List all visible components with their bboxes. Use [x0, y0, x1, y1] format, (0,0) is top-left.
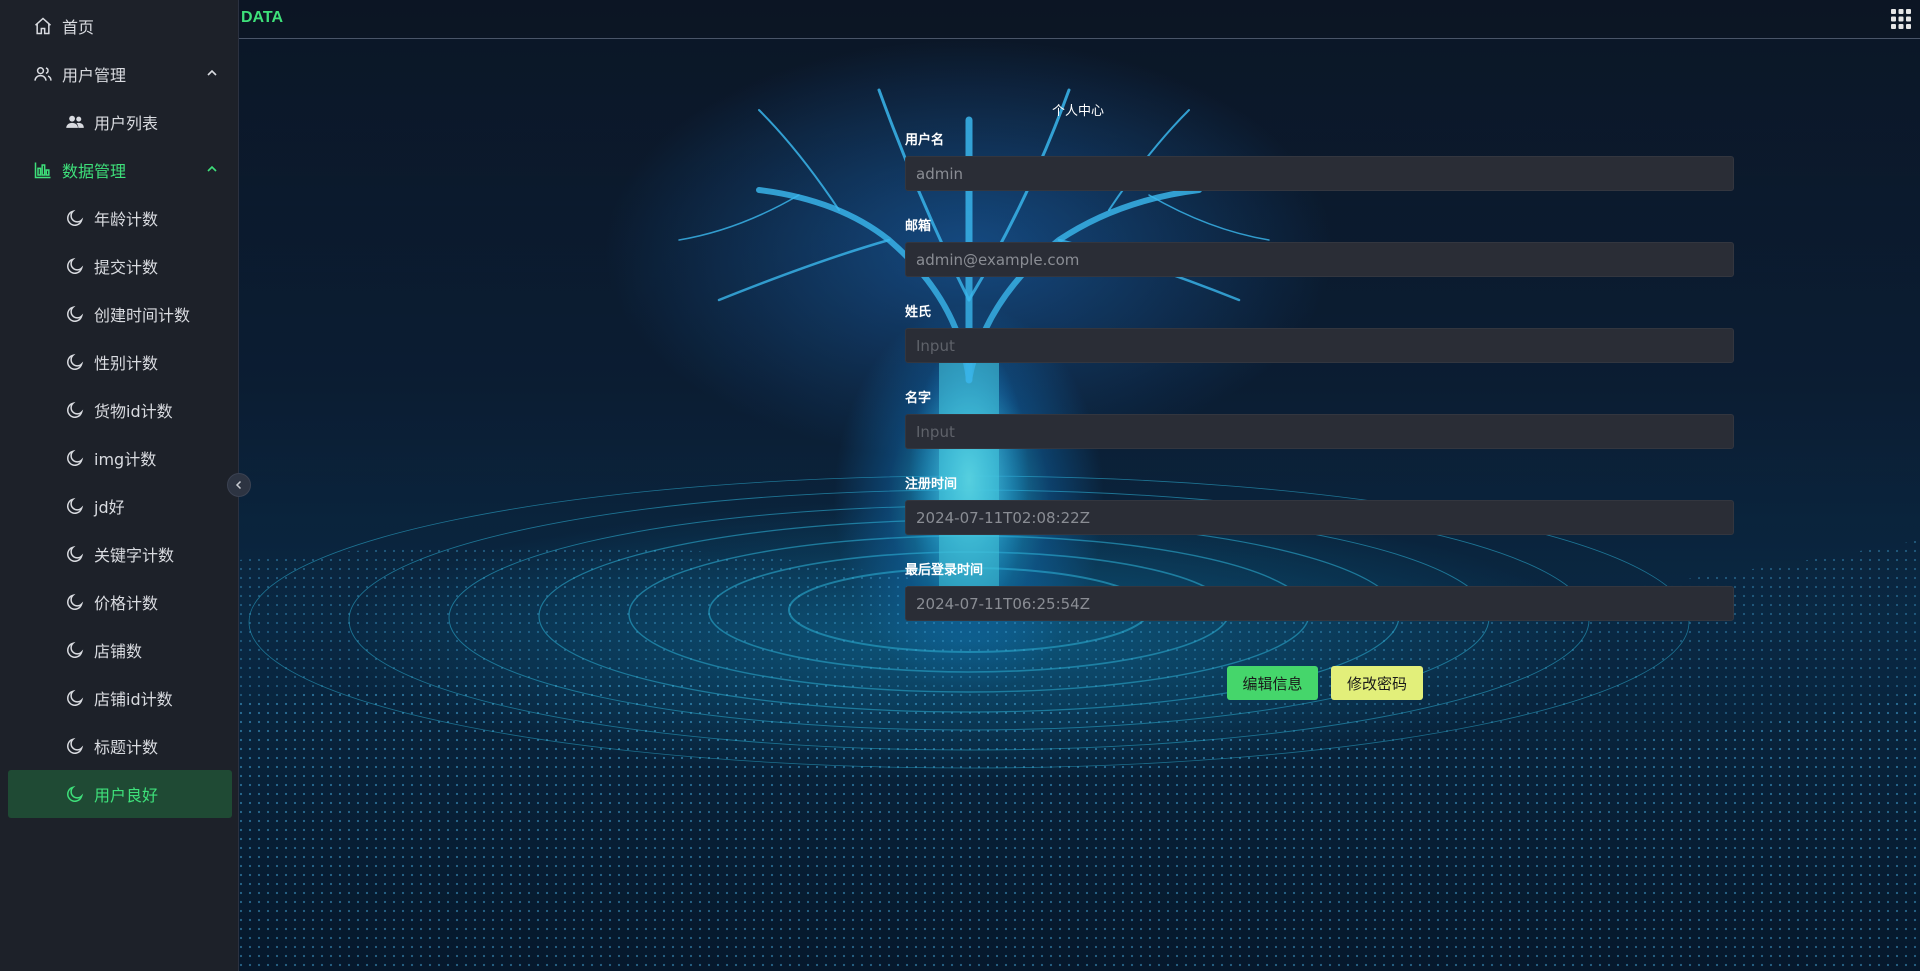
- moon-icon: [64, 543, 86, 565]
- sidebar-item-create-time-count[interactable]: 创建时间计数: [0, 290, 238, 338]
- sidebar-item-gender-count[interactable]: 性别计数: [0, 338, 238, 386]
- background-illustration: [239, 0, 1920, 971]
- moon-icon: [64, 399, 86, 421]
- last-login-field[interactable]: [905, 586, 1734, 621]
- moon-icon: [64, 591, 86, 613]
- sidebar-item-label: 标题计数: [94, 738, 159, 757]
- first-name-field[interactable]: [905, 414, 1734, 449]
- chevron-left-icon: [235, 480, 242, 490]
- sidebar-item-label: 数据管理: [62, 162, 127, 181]
- sidebar-item-user-good[interactable]: 用户良好: [8, 770, 232, 818]
- main-area: DATA 个人中心 用户名 邮箱 姓氏 名字 注册时间 最后登录时间 编辑信息 …: [239, 0, 1920, 971]
- sidebar-item-keyword-count[interactable]: 关键字计数: [0, 530, 238, 578]
- moon-icon: [64, 255, 86, 277]
- register-time-label: 注册时间: [905, 477, 958, 492]
- sidebar-item-label: 店铺数: [94, 642, 143, 661]
- moon-icon: [64, 735, 86, 757]
- page-title: 个人中心: [1052, 104, 1105, 119]
- user-group-icon: [64, 111, 86, 133]
- sidebar-item-label: 首页: [62, 18, 95, 37]
- sidebar-item-shop-id-count[interactable]: 店铺id计数: [0, 674, 238, 722]
- sidebar-item-home[interactable]: 首页: [0, 2, 238, 50]
- change-password-button[interactable]: 修改密码: [1331, 666, 1423, 700]
- sidebar-item-label: 店铺id计数: [94, 690, 173, 709]
- sidebar-item-user-list[interactable]: 用户列表: [0, 98, 238, 146]
- sidebar-item-title-count[interactable]: 标题计数: [0, 722, 238, 770]
- sidebar-item-label: 提交计数: [94, 258, 159, 277]
- moon-icon: [64, 687, 86, 709]
- edit-info-button[interactable]: 编辑信息: [1227, 666, 1318, 700]
- sidebar-item-label: jd好: [94, 498, 125, 517]
- email-label: 邮箱: [905, 219, 932, 234]
- last-name-field[interactable]: [905, 328, 1734, 363]
- sidebar-item-label: 货物id计数: [94, 402, 173, 421]
- apps-grid-icon[interactable]: [1890, 8, 1912, 30]
- chevron-up-icon: [207, 69, 217, 76]
- sidebar-item-shop-count[interactable]: 店铺数: [0, 626, 238, 674]
- sidebar-item-label: 用户列表: [94, 114, 159, 133]
- sidebar-item-label: 性别计数: [94, 354, 159, 373]
- sidebar-item-label: 用户良好: [94, 786, 159, 805]
- chevron-up-icon: [207, 165, 217, 172]
- sidebar-item-label: img计数: [94, 450, 157, 469]
- username-label: 用户名: [905, 133, 945, 148]
- moon-icon: [64, 351, 86, 373]
- register-time-field[interactable]: [905, 500, 1734, 535]
- sidebar-collapse-button[interactable]: [227, 473, 251, 497]
- home-icon: [32, 15, 54, 37]
- sidebar: 首页 用户管理 用户列表 数据管理 年龄计数提交计数创建时间计数 性别计数货物id…: [0, 0, 239, 971]
- moon-icon: [64, 447, 86, 469]
- moon-icon: [64, 639, 86, 661]
- sidebar-item-label: 年龄计数: [94, 210, 159, 229]
- sidebar-item-jd-good[interactable]: jd好: [0, 482, 238, 530]
- sidebar-item-label: 创建时间计数: [94, 306, 191, 325]
- moon-icon: [64, 495, 86, 517]
- moon-icon: [64, 303, 86, 325]
- top-header: DATA: [239, 0, 1920, 39]
- sidebar-item-label: 价格计数: [94, 594, 159, 613]
- sidebar-item-user-management[interactable]: 用户管理: [0, 50, 238, 98]
- moon-icon: [64, 207, 86, 229]
- sidebar-item-goods-id-count[interactable]: 货物id计数: [0, 386, 238, 434]
- email-field[interactable]: [905, 242, 1734, 277]
- sidebar-item-submit-count[interactable]: 提交计数: [0, 242, 238, 290]
- last-login-label: 最后登录时间: [905, 563, 984, 578]
- moon-icon: [64, 783, 86, 805]
- first-name-label: 名字: [905, 391, 932, 406]
- sidebar-item-label: 用户管理: [62, 66, 127, 85]
- chart-icon: [32, 159, 54, 181]
- sidebar-item-price-count[interactable]: 价格计数: [0, 578, 238, 626]
- sidebar-item-label: 关键字计数: [94, 546, 175, 565]
- sidebar-item-data-management[interactable]: 数据管理: [0, 146, 238, 194]
- brand-logo: DATA: [241, 9, 284, 26]
- users-icon: [32, 63, 54, 85]
- username-field[interactable]: [905, 156, 1734, 191]
- last-name-label: 姓氏: [905, 305, 932, 320]
- sidebar-item-age-count[interactable]: 年龄计数: [0, 194, 238, 242]
- sidebar-item-img-count[interactable]: img计数: [0, 434, 238, 482]
